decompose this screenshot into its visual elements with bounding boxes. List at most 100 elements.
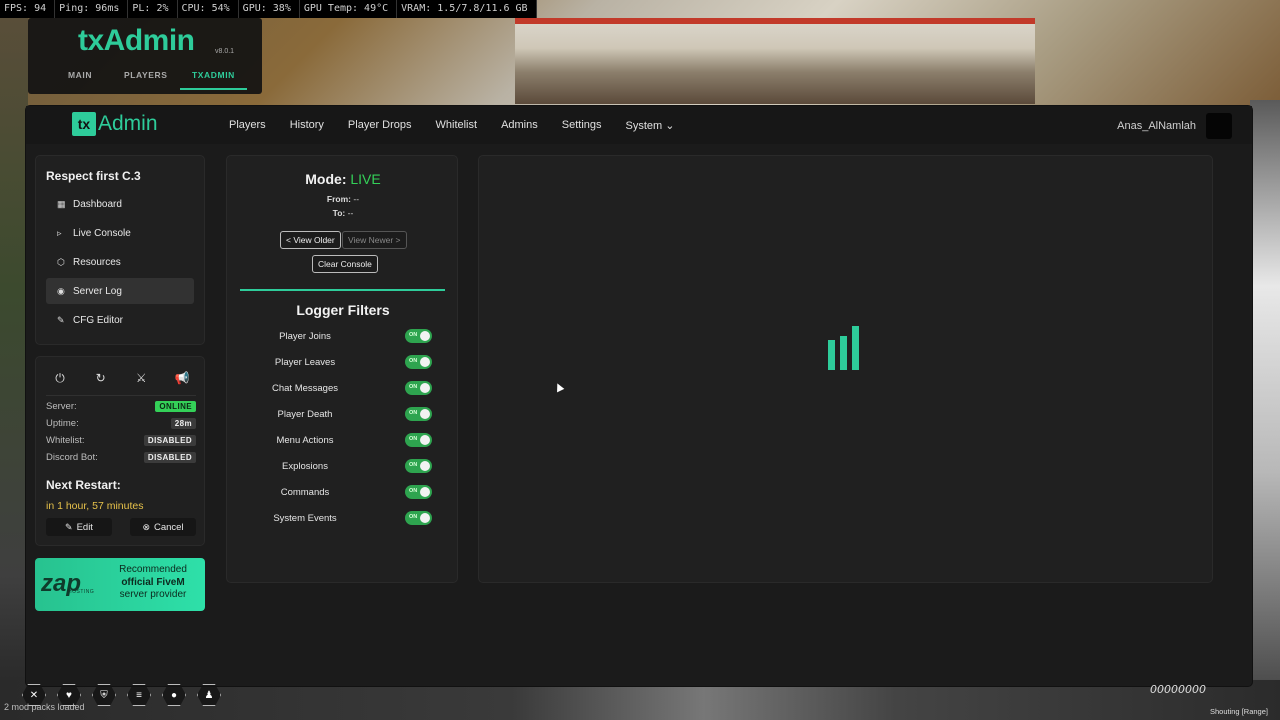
filter-player-leaves: Player Leaves ON <box>257 354 432 370</box>
announce-icon[interactable]: 📢 <box>168 365 196 391</box>
nav-link-admins[interactable]: Admins <box>501 119 538 131</box>
eye-icon: ◉ <box>57 286 65 296</box>
money-display: 00000000 <box>1150 683 1206 696</box>
menu-tab-main[interactable]: MAIN <box>68 70 92 80</box>
nav-link-player-drops[interactable]: Player Drops <box>348 119 412 131</box>
packet-loss-readout: PL: 2% <box>128 0 178 18</box>
toggle-knob <box>420 435 430 445</box>
nav-links: Players History Player Drops Whitelist A… <box>229 106 698 144</box>
menu-logo: txAdmin <box>78 24 195 57</box>
view-older-button[interactable]: < View Older <box>280 231 341 249</box>
sidebar-item-live-console[interactable]: ▹ Live Console <box>46 220 194 246</box>
console-icon: ▹ <box>57 228 62 238</box>
game-background-gas-station <box>515 18 1035 104</box>
menu-version: v8.0.1 <box>215 48 235 55</box>
filter-toggle[interactable]: ON <box>405 485 432 499</box>
ping-readout: Ping: 96ms <box>55 0 129 18</box>
filter-toggle[interactable]: ON <box>405 433 432 447</box>
cpu-readout: CPU: 54% <box>178 0 239 18</box>
user-menu[interactable]: Anas_AlNamlah <box>1117 113 1232 139</box>
toggle-knob <box>420 383 430 393</box>
menu-tab-players[interactable]: PLAYERS <box>124 70 168 80</box>
filter-toggle[interactable]: ON <box>405 329 432 343</box>
avatar[interactable] <box>1206 113 1232 139</box>
sidebar-item-dashboard[interactable]: ▦ Dashboard <box>46 191 194 217</box>
toggle-knob <box>420 461 430 471</box>
filter-label: Commands <box>280 486 330 498</box>
nav-link-system[interactable]: System ⌄ <box>626 119 675 132</box>
clear-console-button[interactable]: Clear Console <box>312 255 378 273</box>
status-row-discord-bot: Discord Bot: DISABLED <box>46 452 196 463</box>
sidebar-item-cfg-editor[interactable]: ✎ CFG Editor <box>46 307 194 333</box>
mode-value: LIVE <box>350 171 381 187</box>
file-edit-icon: ✎ <box>57 315 65 325</box>
sidebar-item-label: CFG Editor <box>73 314 124 326</box>
cancel-circle-icon: ⊗ <box>142 521 150 532</box>
filter-toggle[interactable]: ON <box>405 381 432 395</box>
status-badge: ONLINE <box>155 401 196 412</box>
shield-icon: ⛨ <box>92 684 116 706</box>
mode-heading: Mode: LIVE <box>227 171 459 187</box>
cancel-label: Cancel <box>153 521 184 533</box>
from-value: -- <box>353 194 360 204</box>
status-badge: DISABLED <box>143 452 196 463</box>
cube-icon: ⬡ <box>57 257 65 267</box>
game-background-right <box>1250 100 1280 720</box>
filter-toggle[interactable]: ON <box>405 407 432 421</box>
server-controls: ⏻ ↻ ⚔ 📢 <box>46 365 196 391</box>
nav-link-history[interactable]: History <box>290 119 324 131</box>
toggle-knob <box>420 331 430 341</box>
promo-text: Recommended official FiveM server provid… <box>107 564 199 602</box>
brand-text: Admin <box>98 112 158 135</box>
to-value: -- <box>347 208 354 218</box>
filter-commands: Commands ON <box>257 484 432 500</box>
filter-toggle[interactable]: ON <box>405 459 432 473</box>
fps-readout: FPS: 94 <box>0 0 56 18</box>
toggle-knob <box>420 357 430 367</box>
txadmin-panel: tx Admin Players History Player Drops Wh… <box>26 106 1252 686</box>
filter-label: Menu Actions <box>276 434 334 446</box>
filter-menu-actions: Menu Actions ON <box>257 432 432 448</box>
filter-label: Explosions <box>282 460 328 472</box>
edit-restart-button[interactable]: ✎ Edit <box>46 518 112 536</box>
server-name: Respect first C.3 <box>46 169 141 183</box>
water-icon: ● <box>162 684 186 706</box>
promo-line-1: Recommended <box>119 564 187 575</box>
sidebar-item-resources[interactable]: ⬡ Resources <box>46 249 194 275</box>
filter-toggle[interactable]: ON <box>405 355 432 369</box>
stop-server-icon[interactable]: ⏻ <box>46 365 74 391</box>
food-icon: ≡ <box>127 684 151 706</box>
filter-toggle[interactable]: ON <box>405 511 432 525</box>
log-mode-card: Mode: LIVE From: -- To: -- < View Older … <box>226 155 458 583</box>
nav-link-players[interactable]: Players <box>229 119 266 131</box>
restart-icon[interactable]: ↻ <box>87 365 115 391</box>
nav-link-whitelist[interactable]: Whitelist <box>436 119 478 131</box>
filter-label: Chat Messages <box>271 382 338 394</box>
zap-logo-subtitle: HOSTING <box>68 589 95 595</box>
filter-player-joins: Player Joins ON <box>257 328 432 344</box>
toggle-on-text: ON <box>409 332 418 338</box>
zap-hosting-promo[interactable]: zap HOSTING Recommended official FiveM s… <box>35 558 205 611</box>
top-navbar: tx Admin Players History Player Drops Wh… <box>26 106 1252 144</box>
promo-line-3: server provider <box>119 589 187 600</box>
status-label: Server: <box>46 401 77 412</box>
nav-link-settings[interactable]: Settings <box>562 119 602 131</box>
toggle-on-text: ON <box>409 514 418 520</box>
kick-all-icon[interactable]: ⚔ <box>127 365 155 391</box>
sidebar-item-server-log[interactable]: ◉ Server Log <box>46 278 194 304</box>
txadmin-menu-header: txAdmin v8.0.1 MAIN PLAYERS TXADMIN <box>28 18 262 94</box>
view-newer-button[interactable]: View Newer > <box>342 231 407 249</box>
filter-system-events: System Events ON <box>257 510 432 526</box>
from-row: From: -- <box>227 194 459 204</box>
status-label: Whitelist: <box>46 435 85 446</box>
filter-label: Player Joins <box>279 330 331 342</box>
username: Anas_AlNamlah <box>1117 120 1196 132</box>
status-badge: 28m <box>170 418 196 429</box>
game-background-left <box>0 0 28 720</box>
server-log-console[interactable] <box>478 155 1213 583</box>
brand-logo[interactable]: tx Admin <box>72 112 158 136</box>
menu-tab-txadmin[interactable]: TXADMIN <box>180 70 247 90</box>
cancel-restart-button[interactable]: ⊗ Cancel <box>130 518 196 536</box>
sidebar-item-label: Dashboard <box>73 198 122 210</box>
next-restart-value: in 1 hour, 57 minutes <box>46 500 144 512</box>
